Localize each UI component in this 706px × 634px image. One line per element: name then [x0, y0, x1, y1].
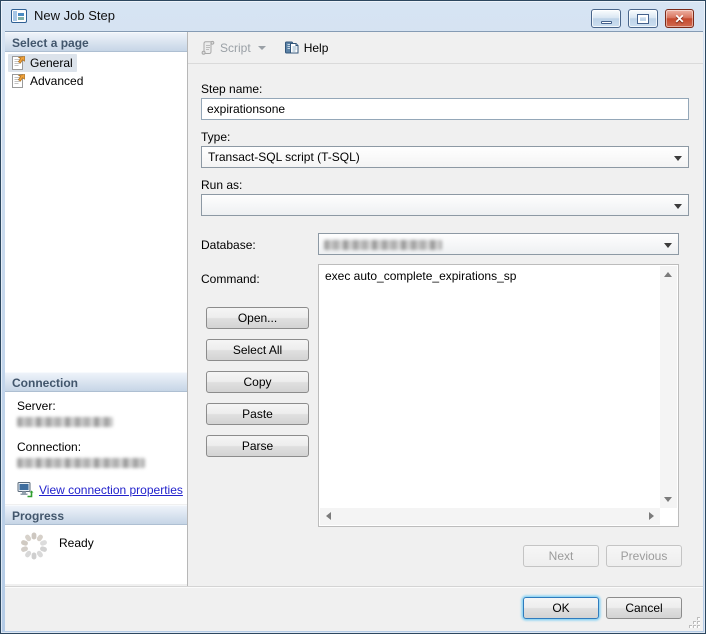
help-label: Help [303, 40, 329, 55]
scroll-up-icon[interactable] [664, 272, 672, 277]
page-tree: General Advanced [5, 52, 187, 372]
next-button[interactable]: Next [523, 545, 599, 567]
sidebar: Select a page General Advanced Connectio… [5, 32, 187, 586]
progress-panel: Progress Ready [5, 505, 187, 585]
cancel-button[interactable]: Cancel [606, 597, 682, 619]
window-title: New Job Step [34, 8, 115, 23]
page-icon [12, 56, 25, 70]
select-a-page-panel: Select a page General Advanced [5, 32, 187, 372]
maximize-button[interactable] [628, 9, 658, 28]
minimize-button[interactable] [591, 9, 621, 28]
step-name-input[interactable] [201, 98, 689, 120]
app-icon [11, 8, 27, 23]
database-dropdown[interactable] [318, 233, 679, 255]
title-bar[interactable]: New Job Step ✕ [1, 1, 705, 30]
connection-panel: Connection Server: Connection: View conn… [5, 372, 187, 505]
resize-grip[interactable] [688, 616, 701, 629]
sidebar-item-general[interactable]: General [5, 54, 187, 72]
database-label: Database: [201, 238, 256, 252]
main-panel: Script Help Step name: Type: [188, 32, 703, 586]
copy-button[interactable]: Copy [206, 371, 309, 393]
server-value-redacted [17, 417, 113, 427]
script-label: Script [220, 40, 251, 55]
vertical-scrollbar[interactable] [660, 266, 677, 508]
type-value: Transact-SQL script (T-SQL) [208, 150, 360, 164]
script-dropdown-arrow-icon[interactable] [257, 45, 266, 50]
chevron-down-icon [674, 156, 682, 161]
command-label: Command: [201, 272, 260, 286]
sidebar-item-label: General [30, 56, 73, 70]
scroll-down-icon[interactable] [664, 497, 672, 502]
step-name-label: Step name: [201, 82, 263, 96]
previous-button[interactable]: Previous [606, 545, 682, 567]
command-textarea[interactable]: exec auto_complete_expirations_sp [318, 264, 679, 527]
select-all-button[interactable]: Select All [206, 339, 309, 361]
paste-button[interactable]: Paste [206, 403, 309, 425]
progress-spinner-icon [21, 532, 47, 560]
connection-label: Connection: [17, 440, 82, 454]
dialog-footer: OK Cancel [5, 586, 703, 631]
type-dropdown[interactable]: Transact-SQL script (T-SQL) [201, 146, 689, 168]
database-value-redacted [324, 240, 442, 250]
server-label: Server: [17, 399, 56, 413]
view-connection-properties-link[interactable]: View connection properties [39, 483, 183, 497]
close-button[interactable]: ✕ [665, 9, 694, 28]
run-as-label: Run as: [201, 178, 243, 192]
connection-properties-icon [17, 482, 34, 498]
help-icon [284, 41, 299, 53]
horizontal-scrollbar[interactable] [320, 508, 660, 525]
select-a-page-header: Select a page [5, 32, 187, 52]
connection-value-redacted [17, 458, 145, 468]
scroll-right-icon[interactable] [649, 512, 654, 520]
help-button[interactable]: Help [279, 37, 334, 59]
command-text: exec auto_complete_expirations_sp [325, 269, 517, 283]
type-label: Type: [201, 130, 231, 144]
ok-button[interactable]: OK [523, 597, 599, 619]
toolbar: Script Help [188, 32, 703, 64]
chevron-down-icon [674, 204, 682, 209]
open-button[interactable]: Open... [206, 307, 309, 329]
sidebar-item-advanced[interactable]: Advanced [5, 72, 187, 90]
page-icon [12, 74, 25, 88]
chevron-down-icon [664, 243, 672, 248]
progress-header: Progress [5, 505, 187, 525]
run-as-dropdown[interactable] [201, 194, 689, 216]
sidebar-item-label: Advanced [30, 74, 84, 88]
scroll-left-icon[interactable] [326, 512, 331, 520]
progress-status: Ready [59, 536, 94, 550]
dialog-window: New Job Step ✕ Select a page General Adv… [0, 0, 706, 634]
script-icon [201, 40, 215, 55]
parse-button[interactable]: Parse [206, 435, 309, 457]
dialog-client-area: Select a page General Advanced Connectio… [5, 31, 703, 631]
script-button[interactable]: Script [195, 37, 271, 59]
close-icon: ✕ [674, 11, 685, 26]
maximize-icon [637, 13, 649, 24]
minimize-icon [600, 20, 612, 24]
connection-header: Connection [5, 372, 187, 392]
